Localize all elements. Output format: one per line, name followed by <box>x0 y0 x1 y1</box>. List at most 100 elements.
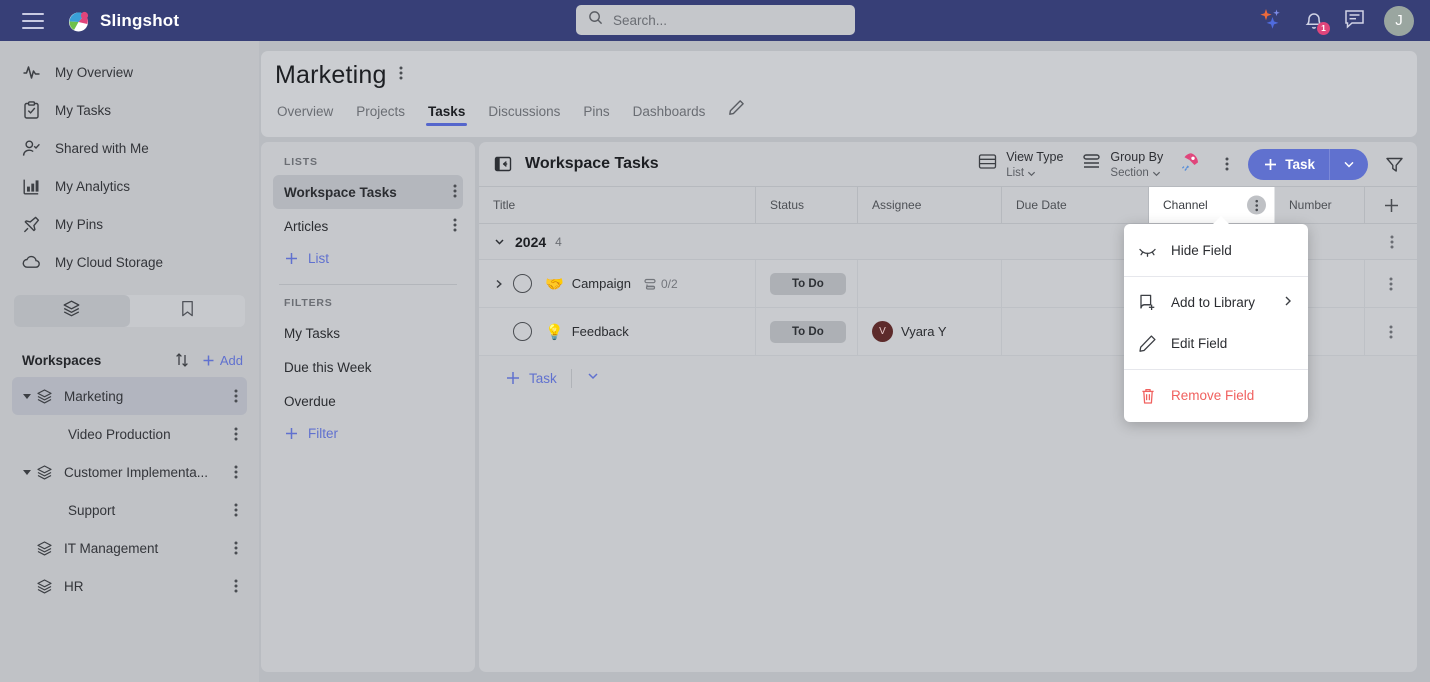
inline-add-task-dropdown[interactable] <box>586 369 600 388</box>
tab-tasks[interactable]: Tasks <box>426 104 468 126</box>
cell-assignee[interactable] <box>858 260 1002 307</box>
kebab-menu-icon[interactable] <box>225 540 247 556</box>
tab-projects[interactable]: Projects <box>356 104 405 126</box>
filter-item-label: My Tasks <box>284 325 341 341</box>
sidebar-item-my-pins[interactable]: My Pins <box>0 205 259 243</box>
kebab-menu-icon[interactable] <box>225 464 247 480</box>
kebab-menu-icon[interactable] <box>1216 151 1238 177</box>
task-complete-checkbox[interactable] <box>513 322 532 341</box>
kebab-menu-icon[interactable] <box>1381 234 1403 250</box>
tasks-toolbar: Workspace Tasks View Type List Group By … <box>479 142 1417 186</box>
kebab-menu-icon[interactable] <box>225 426 247 442</box>
hamburger-icon[interactable] <box>22 12 44 29</box>
panel-divider <box>279 284 457 285</box>
inline-add-task-button[interactable]: Task <box>505 370 557 386</box>
tab-dashboards[interactable]: Dashboards <box>633 104 706 126</box>
task-complete-checkbox[interactable] <box>513 274 532 293</box>
chevron-down-icon[interactable] <box>22 391 34 401</box>
column-header-label: Assignee <box>872 198 922 212</box>
group-by-label: Group By <box>1110 150 1164 165</box>
workspace-item-hr[interactable]: HR <box>12 567 247 605</box>
chevron-down-icon[interactable] <box>493 235 515 248</box>
bell-icon[interactable]: 1 <box>1303 10 1330 35</box>
status-badge[interactable]: To Do <box>770 320 846 343</box>
collapse-panel-icon[interactable] <box>493 154 513 174</box>
kebab-menu-icon[interactable] <box>453 217 457 236</box>
workspace-item-video-production[interactable]: Video Production <box>12 415 247 453</box>
chevron-down-icon <box>588 372 598 379</box>
pencil-icon[interactable] <box>728 99 745 126</box>
layers-icon <box>34 464 54 481</box>
context-menu-item-remove-field[interactable]: Remove Field <box>1124 375 1308 416</box>
workspace-item-marketing[interactable]: Marketing <box>12 377 247 415</box>
chevron-right-icon[interactable] <box>493 278 513 290</box>
list-item-workspace-tasks[interactable]: Workspace Tasks <box>273 175 463 209</box>
add-task-button[interactable]: Task <box>1248 148 1368 180</box>
row-menu-button[interactable] <box>1365 308 1417 355</box>
add-task-dropdown-button[interactable] <box>1330 158 1368 170</box>
workspaces-title: Workspaces <box>22 352 102 368</box>
workspace-item-customer-implementation[interactable]: Customer Implementa... <box>12 453 247 491</box>
filter-item-label: Overdue <box>284 393 336 409</box>
context-menu-item-edit-field[interactable]: Edit Field <box>1124 323 1308 364</box>
sidebar-item-my-cloud-storage[interactable]: My Cloud Storage <box>0 243 259 281</box>
column-menu-button[interactable] <box>1247 195 1266 215</box>
add-workspace-button[interactable]: Add <box>201 353 243 368</box>
workspace-label: Support <box>68 502 116 518</box>
cell-assignee[interactable]: V Vyara Y <box>858 308 1002 355</box>
chevron-down-icon[interactable] <box>22 467 34 477</box>
tab-overview[interactable]: Overview <box>277 104 333 126</box>
column-header-title[interactable]: Title <box>479 187 756 223</box>
column-header-due-date[interactable]: Due Date <box>1002 187 1149 223</box>
column-header-status[interactable]: Status <box>756 187 858 223</box>
sidebar-item-my-tasks[interactable]: My Tasks <box>0 91 259 129</box>
kebab-menu-icon[interactable] <box>225 578 247 594</box>
list-item-label: Articles <box>284 218 329 234</box>
sort-arrows-icon[interactable] <box>171 351 193 369</box>
sidebar-item-shared-with-me[interactable]: Shared with Me <box>0 129 259 167</box>
rocket-icon[interactable] <box>1181 151 1202 177</box>
workspace-item-it-management[interactable]: IT Management <box>12 529 247 567</box>
group-by-control[interactable]: Group By Section <box>1081 148 1163 180</box>
kebab-menu-icon[interactable] <box>453 183 457 202</box>
filter-item-my-tasks[interactable]: My Tasks <box>273 316 463 350</box>
group-by-value: Section <box>1110 166 1149 179</box>
kebab-menu-icon[interactable] <box>399 65 403 86</box>
brand-logo-link[interactable]: Slingshot <box>66 8 179 33</box>
avatar[interactable]: J <box>1384 5 1414 36</box>
toggle-layers-view[interactable] <box>14 295 130 327</box>
plus-icon <box>1384 198 1398 212</box>
tab-discussions[interactable]: Discussions <box>488 104 560 126</box>
inline-add-task-label: Task <box>529 370 557 386</box>
filter-item-overdue[interactable]: Overdue <box>273 384 463 418</box>
pencil-icon <box>1138 334 1157 353</box>
plus-icon <box>507 372 519 384</box>
toggle-bookmarks-view[interactable] <box>130 295 246 327</box>
filter-item-due-this-week[interactable]: Due this Week <box>273 350 463 384</box>
tab-pins[interactable]: Pins <box>583 104 609 126</box>
bar-chart-icon <box>22 177 41 196</box>
group-name: 2024 <box>515 233 547 250</box>
column-header-number[interactable]: Number <box>1275 187 1365 223</box>
context-menu-item-hide-field[interactable]: Hide Field <box>1124 230 1308 271</box>
add-column-button[interactable] <box>1365 187 1417 223</box>
add-list-button[interactable]: List <box>273 243 463 274</box>
view-type-control[interactable]: View Type List <box>977 148 1063 180</box>
status-badge[interactable]: To Do <box>770 272 846 295</box>
chat-icon[interactable] <box>1343 8 1366 34</box>
sidebar-item-my-analytics[interactable]: My Analytics <box>0 167 259 205</box>
search-input[interactable] <box>613 12 843 28</box>
kebab-menu-icon[interactable] <box>225 388 247 404</box>
context-menu-item-add-to-library[interactable]: Add to Library <box>1124 282 1308 323</box>
column-header-assignee[interactable]: Assignee <box>858 187 1002 223</box>
kebab-menu-icon[interactable] <box>225 502 247 518</box>
filter-item-label: Due this Week <box>284 359 372 375</box>
row-menu-button[interactable] <box>1365 260 1417 307</box>
sparkles-icon[interactable] <box>1259 7 1285 34</box>
workspace-item-support[interactable]: Support <box>12 491 247 529</box>
add-filter-button[interactable]: Filter <box>273 418 463 449</box>
funnel-icon[interactable] <box>1384 154 1405 175</box>
sidebar-item-my-overview[interactable]: My Overview <box>0 53 259 91</box>
search-box[interactable] <box>576 5 855 35</box>
list-item-articles[interactable]: Articles <box>273 209 463 243</box>
